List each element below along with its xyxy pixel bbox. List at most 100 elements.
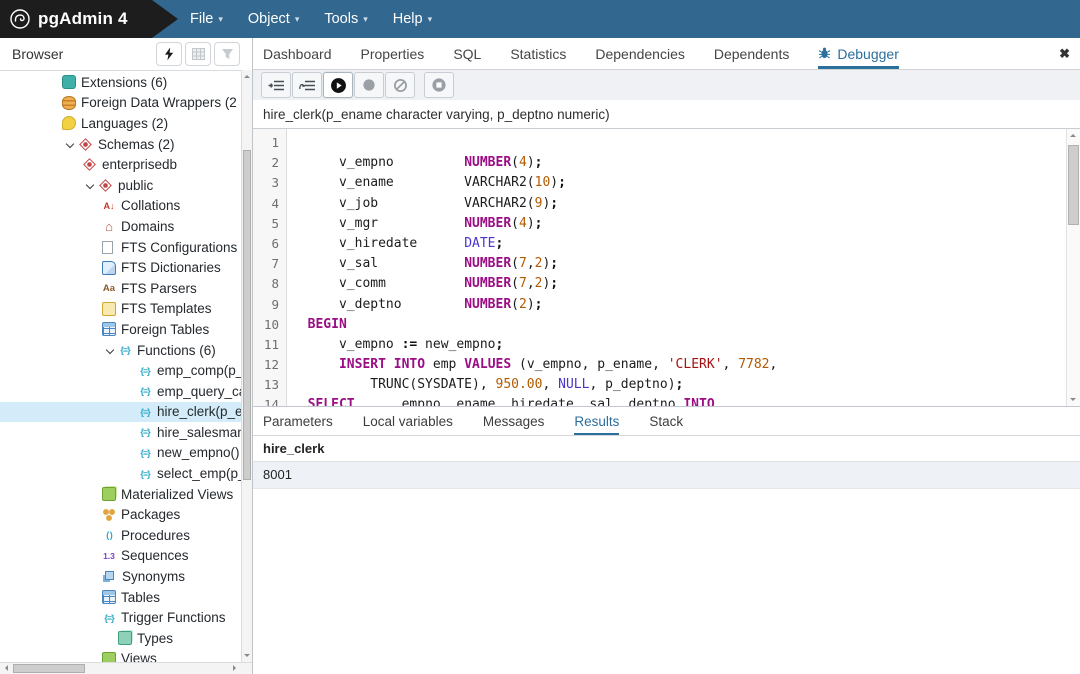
filter-button[interactable] [214, 42, 240, 66]
tree-item-fts-configurations[interactable]: FTS Configurations [0, 237, 241, 258]
code-line[interactable]: SELECT empno, ename, hiredate, sal, dept… [292, 395, 1066, 406]
tree-item-materialized-views[interactable]: Materialized Views [0, 484, 241, 505]
tree-item-packages[interactable]: Packages [0, 504, 241, 525]
tree-item-procedures[interactable]: Procedures [0, 525, 241, 546]
code-line[interactable]: v_comm NUMBER(7,2); [292, 274, 1066, 294]
chevron-down-icon[interactable] [82, 182, 98, 188]
code-line[interactable]: v_empno NUMBER(4); [292, 153, 1066, 173]
code-line[interactable]: v_hiredate DATE; [292, 234, 1066, 254]
line-number[interactable]: 2 [253, 153, 286, 173]
line-number[interactable]: 4 [253, 194, 286, 214]
tree-item-schemas-2[interactable]: Schemas (2) [0, 134, 241, 155]
tree-item-fts-dictionaries[interactable]: FTS Dictionaries [0, 257, 241, 278]
code-line[interactable]: v_sal NUMBER(7,2); [292, 254, 1066, 274]
tree-item-sequences[interactable]: Sequences [0, 546, 241, 567]
tab-properties[interactable]: Properties [361, 38, 425, 69]
chevron-down-icon[interactable] [62, 141, 78, 147]
menu-file[interactable]: File▾ [184, 11, 229, 27]
tree-vertical-scrollbar[interactable] [241, 70, 252, 662]
code-editor[interactable]: 1234567891011121314 v_empno NUMBER(4); v… [253, 129, 1080, 406]
scroll-down-arrow-icon[interactable] [244, 654, 250, 660]
query-tool-button[interactable] [185, 42, 211, 66]
line-number[interactable]: 7 [253, 254, 286, 274]
tree-hscroll-thumb[interactable] [13, 664, 85, 673]
line-number[interactable]: 14 [253, 395, 286, 406]
step-over-button[interactable] [292, 72, 322, 98]
tree-item-tables[interactable]: Tables [0, 587, 241, 608]
code-line[interactable]: v_job VARCHAR2(9); [292, 194, 1066, 214]
tree-item-synonyms[interactable]: Synonyms [0, 566, 241, 587]
code-line[interactable]: v_ename VARCHAR2(10); [292, 173, 1066, 193]
code-content[interactable]: v_empno NUMBER(4); v_ename VARCHAR2(10);… [287, 129, 1066, 406]
line-number[interactable]: 10 [253, 315, 286, 335]
code-line[interactable] [292, 133, 1066, 153]
tree-item-languages-2[interactable]: Languages (2) [0, 113, 241, 134]
tree-item-emp-comp-p-s[interactable]: emp_comp(p_s [0, 360, 241, 381]
tab-messages[interactable]: Messages [483, 407, 545, 435]
tree-item-types[interactable]: Types [0, 628, 241, 649]
line-number[interactable]: 9 [253, 295, 286, 315]
code-line[interactable]: v_empno := new_empno; [292, 335, 1066, 355]
tree-vscroll-thumb[interactable] [243, 150, 251, 480]
code-line[interactable]: INSERT INTO emp VALUES (v_empno, p_ename… [292, 355, 1066, 375]
line-number[interactable]: 3 [253, 173, 286, 193]
chevron-down-icon[interactable] [102, 347, 118, 353]
line-number[interactable]: 13 [253, 375, 286, 395]
tree-item-select-emp-p-e[interactable]: select_emp(p_e [0, 463, 241, 484]
code-line[interactable]: v_deptno NUMBER(2); [292, 295, 1066, 315]
clear-breakpoints-button[interactable] [385, 72, 415, 98]
tree-item-foreign-tables[interactable]: Foreign Tables [0, 319, 241, 340]
scroll-right-arrow-icon[interactable] [233, 665, 239, 671]
close-panel-button[interactable]: ✖ [1059, 38, 1070, 70]
tree-item-foreign-data-wrappers-2[interactable]: Foreign Data Wrappers (2 [0, 93, 241, 114]
line-number[interactable]: 11 [253, 335, 286, 355]
tab-stack[interactable]: Stack [649, 407, 683, 435]
step-into-button[interactable] [261, 72, 291, 98]
line-number[interactable]: 6 [253, 234, 286, 254]
tab-dependents[interactable]: Dependents [714, 38, 790, 69]
tree-item-enterprisedb[interactable]: enterprisedb [0, 154, 241, 175]
quick-search-button[interactable] [156, 42, 182, 66]
tab-debugger[interactable]: Debugger [818, 38, 899, 69]
tree-item-domains[interactable]: Domains [0, 216, 241, 237]
tree-item-functions-6[interactable]: Functions (6) [0, 340, 241, 361]
scroll-down-arrow-icon[interactable] [1070, 398, 1076, 404]
tree-item-new-empno[interactable]: new_empno() [0, 443, 241, 464]
tree-item-fts-templates[interactable]: FTS Templates [0, 299, 241, 320]
tree-item-fts-parsers[interactable]: FTS Parsers [0, 278, 241, 299]
continue-button[interactable] [323, 72, 353, 98]
tab-local-variables[interactable]: Local variables [363, 407, 453, 435]
tree-item-collations[interactable]: Collations [0, 196, 241, 217]
line-number[interactable]: 1 [253, 133, 286, 153]
menu-tools[interactable]: Tools▾ [318, 11, 373, 27]
scroll-left-arrow-icon[interactable] [2, 665, 8, 671]
menu-help[interactable]: Help▾ [387, 11, 438, 27]
tab-dashboard[interactable]: Dashboard [263, 38, 332, 69]
tree-item-emp-query-cal[interactable]: emp_query_cal [0, 381, 241, 402]
menu-object[interactable]: Object▾ [242, 11, 305, 27]
editor-vertical-scrollbar[interactable] [1066, 129, 1080, 406]
tab-dependencies[interactable]: Dependencies [595, 38, 685, 69]
tab-results[interactable]: Results [574, 407, 619, 435]
tab-parameters[interactable]: Parameters [263, 407, 333, 435]
scroll-up-arrow-icon[interactable] [244, 72, 250, 78]
tree-horizontal-scrollbar[interactable] [0, 662, 252, 674]
line-number[interactable]: 12 [253, 355, 286, 375]
editor-vscroll-thumb[interactable] [1068, 145, 1079, 225]
tree-item-public[interactable]: public [0, 175, 241, 196]
tree-item-trigger-functions[interactable]: Trigger Functions [0, 607, 241, 628]
tab-sql[interactable]: SQL [453, 38, 481, 69]
toggle-breakpoint-button[interactable] [354, 72, 384, 98]
scroll-up-arrow-icon[interactable] [1070, 131, 1076, 137]
code-line[interactable]: BEGIN [292, 315, 1066, 335]
line-number[interactable]: 5 [253, 214, 286, 234]
tree-item-hire-salesman[interactable]: hire_salesman( [0, 422, 241, 443]
tree-item-hire-clerk-p-en[interactable]: hire_clerk(p_en [0, 402, 241, 423]
tree-item-extensions-6[interactable]: Extensions (6) [0, 72, 241, 93]
line-number[interactable]: 8 [253, 274, 286, 294]
stop-button[interactable] [424, 72, 454, 98]
code-line[interactable]: v_mgr NUMBER(4); [292, 214, 1066, 234]
code-line[interactable]: TRUNC(SYSDATE), 950.00, NULL, p_deptno); [292, 375, 1066, 395]
tree-item-views[interactable]: Views [0, 649, 241, 662]
tab-statistics[interactable]: Statistics [510, 38, 566, 69]
